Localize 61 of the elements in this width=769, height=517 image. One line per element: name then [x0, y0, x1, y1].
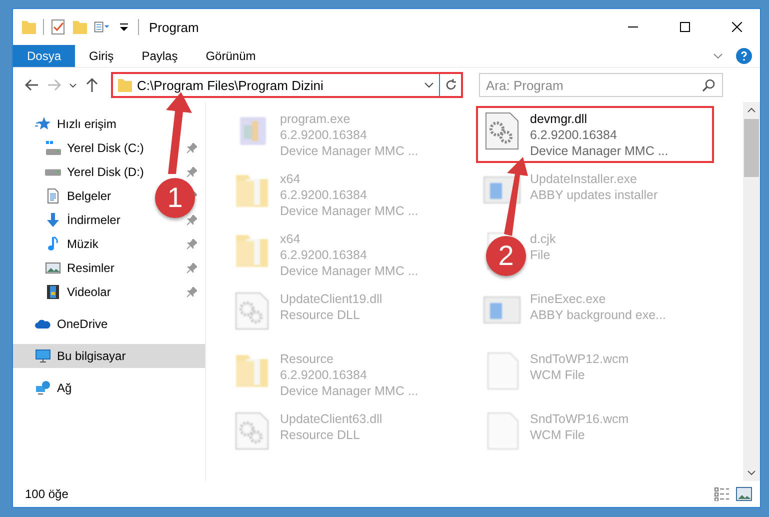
file-detail: Device Manager MMC ...	[530, 143, 668, 159]
file-detail: Device Manager MMC ...	[280, 383, 418, 399]
checklist-icon[interactable]	[50, 19, 66, 35]
drive-icon	[45, 168, 61, 176]
sidebar-item[interactable]: Resimler	[67, 261, 114, 275]
file-detail: Resource DLL	[280, 307, 361, 323]
window-title: Program	[149, 20, 199, 34]
film-icon	[45, 284, 61, 300]
close-icon	[732, 22, 742, 32]
drive-icon	[45, 140, 61, 156]
file-detail: Resource DLL	[280, 427, 361, 443]
download-icon	[45, 212, 61, 228]
ribbon-tab[interactable]: Dosya	[13, 45, 76, 67]
address-path: C:\Program Files\Program Dizini	[136, 78, 324, 92]
sidebar-item[interactable]: Belgeler	[67, 189, 112, 203]
network-icon	[35, 380, 51, 396]
sidebar-item[interactable]: Bu bilgisayar	[57, 349, 126, 363]
maximize-icon	[680, 22, 690, 32]
file-detail: Device Manager MMC ...	[280, 263, 418, 279]
item-count: 100 öğe	[25, 487, 70, 501]
file-name[interactable]: devmgr.dll	[530, 111, 668, 127]
file-detail: ABBY updates installer	[530, 187, 658, 203]
file-detail: ABBY background exe...	[530, 307, 666, 323]
refresh-icon	[444, 78, 458, 92]
file-detail: Device Manager MMC ...	[280, 143, 418, 159]
file-detail: File	[530, 247, 552, 263]
details-view-icon[interactable]	[714, 487, 730, 501]
sidebar-item[interactable]: OneDrive	[57, 317, 108, 331]
sidebar-item[interactable]: Müzik	[67, 237, 98, 251]
search-icon	[702, 78, 716, 92]
sidebar-item[interactable]: İndirmeler	[67, 213, 120, 227]
file-detail: 6.2.9200.16384	[280, 127, 368, 143]
sidebar-item[interactable]: Videolar	[67, 285, 111, 299]
scrollbar[interactable]	[743, 102, 760, 481]
file-detail: 6.2.9200.16384	[280, 187, 368, 203]
sidebar-item[interactable]: Hızlı erişim	[57, 117, 116, 131]
file-detail: WCM File	[530, 427, 586, 443]
file-detail: 6.2.9200.16384	[530, 127, 618, 143]
properties-icon[interactable]	[94, 19, 110, 35]
large-icons-view-icon[interactable]	[736, 487, 752, 501]
sidebar-item[interactable]: Yerel Disk (C:)	[67, 141, 144, 155]
file-detail: 6.2.9200.16384	[280, 247, 368, 263]
file-detail: 6.2.9200.16384	[280, 367, 368, 383]
scrollbar-thumb[interactable]	[744, 119, 759, 177]
ribbon-tab[interactable]: Görünüm	[192, 45, 270, 67]
chevron-icon	[424, 80, 434, 90]
search-field[interactable]: Ara: Program	[479, 73, 723, 97]
address-field[interactable]: C:\Program Files\Program Dizini	[111, 72, 463, 98]
sidebar-item[interactable]: Yerel Disk (D:)	[67, 165, 144, 179]
ribbon-tab[interactable]: Paylaş	[128, 45, 192, 67]
help-icon[interactable]	[736, 48, 752, 64]
folder-icon	[117, 77, 133, 93]
computer-icon	[35, 348, 51, 364]
music-note-icon	[45, 236, 61, 252]
sidebar-item[interactable]: Ağ	[57, 381, 72, 395]
file-detail: Device Manager MMC ...	[280, 203, 418, 219]
document-icon	[45, 188, 61, 204]
ribbon-tab[interactable]: Giriş	[75, 45, 128, 67]
file-detail: WCM File	[530, 367, 586, 383]
pictures-icon	[45, 260, 61, 276]
star-icon	[35, 116, 51, 132]
